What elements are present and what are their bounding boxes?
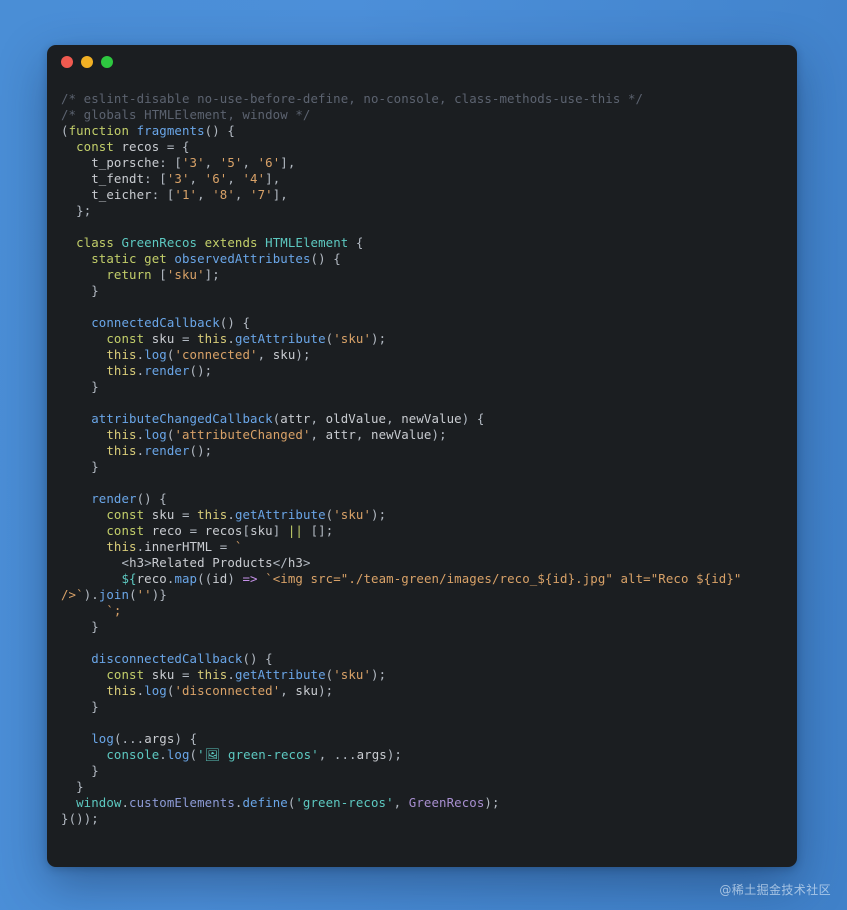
maximize-window-button[interactable]: [101, 56, 113, 68]
screenshot-stage: /* eslint-disable no-use-before-define, …: [0, 0, 847, 910]
watermark-label: @稀土掘金技术社区: [719, 883, 831, 897]
source-code[interactable]: /* eslint-disable no-use-before-define, …: [61, 91, 783, 827]
code-editor-pane[interactable]: /* eslint-disable no-use-before-define, …: [47, 79, 797, 843]
code-window: /* eslint-disable no-use-before-define, …: [47, 45, 797, 867]
minimize-window-button[interactable]: [81, 56, 93, 68]
close-window-button[interactable]: [61, 56, 73, 68]
window-titlebar[interactable]: [47, 45, 797, 79]
